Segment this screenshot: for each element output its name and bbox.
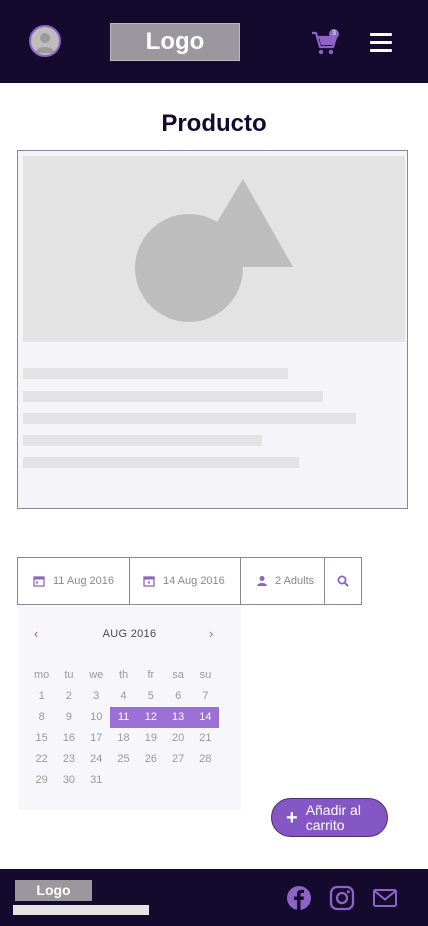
calendar-week-row: 15 16 17 18 19 20 21 bbox=[28, 728, 219, 749]
calendar-day[interactable]: 9 bbox=[55, 707, 82, 728]
calendar-day[interactable]: 10 bbox=[83, 707, 110, 728]
mail-icon[interactable] bbox=[372, 885, 398, 911]
calendar-day[interactable]: 26 bbox=[137, 749, 164, 770]
calendar-day bbox=[164, 770, 191, 791]
calendar-day bbox=[192, 770, 219, 791]
search-icon bbox=[337, 575, 349, 587]
calendar-weekday-label: fr bbox=[147, 669, 155, 681]
checkout-date-value: 14 Aug 2016 bbox=[163, 575, 225, 587]
calendar-day[interactable]: 25 bbox=[110, 749, 137, 770]
calendar-day[interactable]: 29 bbox=[28, 770, 55, 791]
calendar-day[interactable]: 13 bbox=[164, 707, 192, 728]
checkin-date-field[interactable]: 11 Aug 2016 bbox=[18, 558, 130, 604]
checkout-date-field[interactable]: 14 Aug 2016 bbox=[130, 558, 241, 604]
calendar-day[interactable]: 15 bbox=[28, 728, 55, 749]
calendar-day[interactable]: 24 bbox=[83, 749, 110, 770]
calendar-weekday-label: th bbox=[118, 669, 129, 681]
text-placeholder-line bbox=[23, 391, 323, 402]
text-placeholder-line bbox=[23, 368, 288, 379]
calendar-day[interactable]: 1 bbox=[28, 686, 55, 707]
calendar-day[interactable]: 16 bbox=[55, 728, 82, 749]
text-placeholder-line bbox=[23, 457, 299, 468]
footer-logo[interactable]: Logo bbox=[15, 880, 92, 901]
booking-bar: 11 Aug 2016 14 Aug 2016 2 Adults bbox=[17, 557, 362, 605]
calendar-day bbox=[110, 770, 137, 791]
guests-field[interactable]: 2 Adults bbox=[241, 558, 325, 604]
checkin-date-value: 11 Aug 2016 bbox=[53, 575, 114, 587]
calendar-day[interactable]: 28 bbox=[192, 749, 219, 770]
text-placeholder-line bbox=[23, 413, 356, 424]
facebook-icon[interactable] bbox=[286, 885, 312, 911]
calendar-day[interactable]: 12 bbox=[137, 707, 165, 728]
footer-text-placeholder bbox=[13, 905, 149, 915]
calendar-day[interactable]: 6 bbox=[164, 686, 191, 707]
calendar-day[interactable]: 17 bbox=[83, 728, 110, 749]
calendar-day[interactable]: 22 bbox=[28, 749, 55, 770]
calendar-day bbox=[137, 770, 164, 791]
calendar-week-row: 1234567 bbox=[28, 686, 219, 707]
calendar-day[interactable]: 18 bbox=[110, 728, 137, 749]
hamburger-menu-icon[interactable] bbox=[370, 33, 392, 53]
chevron-left-icon[interactable]: ‹ bbox=[34, 624, 46, 644]
calendar-week-row: 22 23 24 25 26 27 28 bbox=[28, 749, 219, 770]
calendar-day[interactable]: 11 bbox=[109, 707, 138, 728]
chevron-right-icon[interactable]: › bbox=[209, 624, 221, 644]
calendar-weekday-label: sa bbox=[172, 669, 184, 681]
header: Logo 3 bbox=[0, 0, 428, 83]
calendar-day[interactable]: 27 bbox=[164, 749, 191, 770]
instagram-icon[interactable] bbox=[329, 885, 355, 911]
calendar-icon bbox=[33, 576, 45, 587]
calendar-weekday-label: we bbox=[89, 669, 104, 681]
calendar-day[interactable]: 3 bbox=[83, 686, 110, 707]
calendar-week-row: 29 30 31 bbox=[28, 770, 219, 791]
calendar-day[interactable]: 21 bbox=[192, 728, 219, 749]
date-picker-calendar: AUG 2016 ‹ › mo tu we th fr sa su 1 2 3 4 5 6 7 8 9 10 11… bbox=[18, 606, 241, 810]
add-to-cart-button[interactable]: + Añadir al carrito bbox=[271, 798, 388, 837]
calendar-day[interactable]: 31 bbox=[83, 770, 110, 791]
plus-icon: + bbox=[286, 806, 298, 829]
user-avatar-icon[interactable] bbox=[29, 25, 61, 57]
calendar-day[interactable]: 7 bbox=[192, 686, 219, 707]
guests-value: 2 Adults bbox=[275, 575, 315, 587]
calendar-grid: mo tu we th fr sa su 1 2 3 4 5 6 7 8 9 10 11 12 13 14 15 16 17 1… bbox=[28, 665, 220, 791]
product-image-placeholder bbox=[23, 156, 405, 342]
calendar-day[interactable]: 23 bbox=[55, 749, 82, 770]
calendar-week-row: 8 9 10 11 12 13 14 bbox=[28, 707, 220, 728]
calendar-weekday-label: mo bbox=[34, 669, 50, 681]
page-title: Producto bbox=[161, 110, 267, 137]
calendar-day[interactable]: 8 bbox=[28, 707, 55, 728]
calendar-icon bbox=[143, 576, 155, 587]
calendar-day[interactable]: 14 bbox=[191, 707, 220, 728]
calendar-day[interactable]: 4 bbox=[110, 686, 137, 707]
footer: Logo bbox=[0, 869, 428, 926]
calendar-month-label: AUG 2016 bbox=[102, 628, 157, 640]
cart-count-badge: 3 bbox=[329, 29, 339, 39]
product-card bbox=[17, 150, 408, 509]
add-to-cart-label: Añadir al carrito bbox=[305, 801, 361, 833]
calendar-day[interactable]: 20 bbox=[164, 728, 191, 749]
calendar-weekday-row: mo tu we th fr sa su bbox=[28, 665, 219, 686]
calendar-nav: AUG 2016 ‹ › bbox=[18, 624, 241, 644]
text-placeholder-line bbox=[23, 435, 262, 446]
header-logo[interactable]: Logo bbox=[110, 23, 240, 61]
calendar-day[interactable]: 19 bbox=[137, 728, 164, 749]
calendar-day[interactable]: 2 bbox=[55, 686, 82, 707]
calendar-day[interactable]: 5 bbox=[137, 686, 164, 707]
search-button[interactable] bbox=[325, 558, 361, 604]
calendar-weekday-label: su bbox=[199, 669, 212, 681]
person-icon bbox=[257, 576, 267, 586]
calendar-day[interactable]: 30 bbox=[55, 770, 82, 791]
calendar-weekday-label: tu bbox=[64, 669, 74, 681]
